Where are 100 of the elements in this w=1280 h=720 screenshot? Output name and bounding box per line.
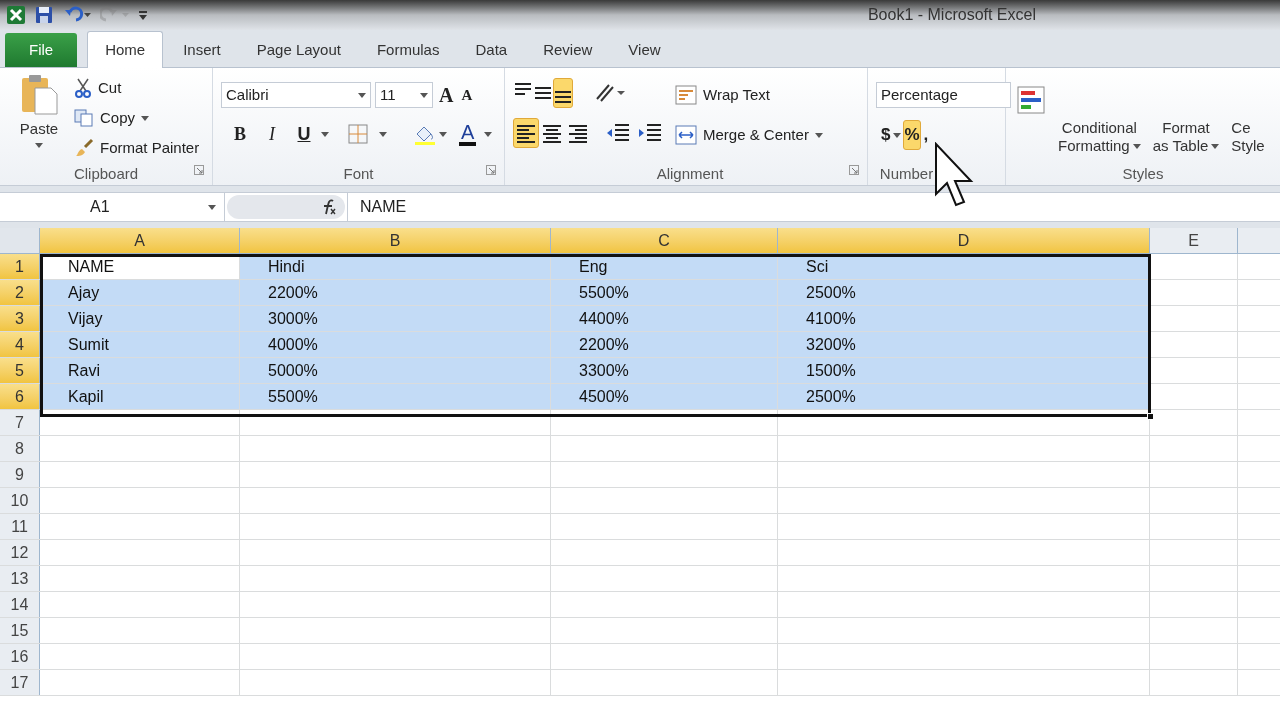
row-header[interactable]: 10 xyxy=(0,488,40,513)
row-header[interactable]: 16 xyxy=(0,644,40,669)
dropdown-caret-icon[interactable] xyxy=(321,131,329,137)
table-cell: Kapil xyxy=(40,384,240,409)
column-header[interactable]: B xyxy=(240,228,551,253)
row-header[interactable]: 1 xyxy=(0,254,40,279)
dropdown-caret-icon[interactable] xyxy=(358,92,366,98)
group-label: Clipboard xyxy=(73,163,139,184)
row-header[interactable]: 4 xyxy=(0,332,40,357)
save-icon[interactable] xyxy=(34,5,54,25)
dropdown-caret-icon[interactable] xyxy=(484,131,493,137)
customize-toolbar-icon[interactable] xyxy=(138,8,148,22)
group-label: Number xyxy=(879,163,934,184)
shrink-font-button[interactable]: A xyxy=(459,82,475,108)
group-label: Font xyxy=(343,163,374,184)
font-color-button[interactable]: A xyxy=(459,122,477,146)
font-size-field[interactable]: 11 xyxy=(375,82,433,108)
column-header[interactable]: C xyxy=(551,228,778,253)
ribbon-tab[interactable]: Insert xyxy=(165,33,239,67)
merge-center-button[interactable]: Merge & Center xyxy=(675,122,823,148)
dropdown-caret-icon[interactable] xyxy=(379,131,387,137)
cell-styles-button[interactable]: Ce Style xyxy=(1231,119,1265,155)
column-header[interactable]: D xyxy=(778,228,1150,253)
format-painter-button[interactable]: Format Painter xyxy=(74,136,200,160)
fill-handle[interactable] xyxy=(1147,413,1154,420)
wrap-text-icon xyxy=(675,85,697,105)
format-as-table-button[interactable]: Format as Table xyxy=(1152,119,1220,155)
ribbon-tab[interactable]: Formulas xyxy=(358,33,458,67)
ribbon-tab[interactable]: File xyxy=(5,33,78,67)
table-cell: 3000% xyxy=(240,306,551,331)
row-header[interactable]: 9 xyxy=(0,462,40,487)
window-title: Book1 - Microsoft Excel xyxy=(867,5,1036,25)
top-align-icon xyxy=(514,83,532,95)
table-cell: 5500% xyxy=(551,280,778,305)
conditional-formatting-button[interactable]: Conditional Formatting xyxy=(1058,119,1141,155)
dropdown-caret-icon[interactable] xyxy=(1211,143,1220,149)
ribbon-tab[interactable]: Page Layout xyxy=(238,33,359,67)
table-cell: 3300% xyxy=(551,358,778,383)
row-header[interactable]: 13 xyxy=(0,566,40,591)
dialog-launcher-icon[interactable] xyxy=(486,165,496,175)
dropdown-caret-icon[interactable] xyxy=(141,115,150,121)
table-cell: 2500% xyxy=(778,280,1150,305)
table-cell: Vijay xyxy=(40,306,240,331)
dialog-launcher-icon[interactable] xyxy=(849,165,859,175)
table-cell: 2200% xyxy=(551,332,778,357)
table-cell: 2500% xyxy=(778,384,1150,409)
dropdown-caret-icon[interactable] xyxy=(1132,143,1141,149)
row-header[interactable]: 15 xyxy=(0,618,40,643)
row-header[interactable]: 17 xyxy=(0,670,40,695)
dropdown-caret-icon[interactable] xyxy=(420,92,428,98)
dropdown-caret-icon[interactable] xyxy=(814,132,823,138)
font-style-button[interactable]: U xyxy=(289,120,319,148)
paste-button[interactable]: Paste xyxy=(14,74,64,163)
row-header[interactable]: 14 xyxy=(0,592,40,617)
conditional-formatting-icon[interactable] xyxy=(1016,85,1046,115)
number-format-button[interactable]: , xyxy=(922,120,930,150)
ribbon-tab[interactable]: Home xyxy=(87,31,164,68)
vertical-align-button[interactable] xyxy=(553,78,573,108)
paintbrush-icon xyxy=(74,138,94,158)
ribbon-tab[interactable]: View xyxy=(610,33,679,67)
excel-logo-icon[interactable] xyxy=(6,5,26,25)
copy-icon xyxy=(74,109,94,127)
copy-button[interactable]: Copy xyxy=(74,106,200,130)
bottom-align-icon xyxy=(554,91,572,103)
dropdown-caret-icon[interactable] xyxy=(35,142,43,148)
font-name-field[interactable]: Calibri xyxy=(221,82,371,108)
ribbon-tab[interactable]: Review xyxy=(525,33,611,67)
row-header[interactable]: 12 xyxy=(0,540,40,565)
font-style-button[interactable]: B xyxy=(225,120,255,148)
font-style-button[interactable]: I xyxy=(257,120,287,148)
row-header[interactable]: 7 xyxy=(0,410,40,435)
table-cell: Ajay xyxy=(40,280,240,305)
name-box[interactable]: A1 xyxy=(0,193,225,221)
cut-button[interactable]: Cut xyxy=(74,76,200,100)
merge-cells-icon xyxy=(675,125,697,145)
grow-font-button[interactable]: A xyxy=(437,82,456,108)
table-cell: 4100% xyxy=(778,306,1150,331)
column-header[interactable]: E xyxy=(1150,228,1238,253)
row-header[interactable]: 11 xyxy=(0,514,40,539)
horizontal-align-button[interactable] xyxy=(513,118,539,148)
row-header[interactable]: 2 xyxy=(0,280,40,305)
row-header[interactable]: 5 xyxy=(0,358,40,383)
ribbon-tab[interactable]: Data xyxy=(457,33,526,67)
row-header[interactable]: 6 xyxy=(0,384,40,409)
dropdown-caret-icon[interactable] xyxy=(893,132,902,138)
number-format-field[interactable]: Percentage xyxy=(876,82,1011,108)
group-label: Alignment xyxy=(656,163,724,184)
wrap-text-button[interactable]: Wrap Text xyxy=(675,82,823,108)
number-format-button[interactable]: % xyxy=(903,120,921,150)
table-cell: 5000% xyxy=(240,358,551,383)
table-cell: 3200% xyxy=(778,332,1150,357)
table-cell: 4000% xyxy=(240,332,551,357)
table-cell: Ravi xyxy=(40,358,240,383)
dropdown-caret-icon[interactable] xyxy=(439,131,447,137)
column-header[interactable]: A xyxy=(40,228,240,253)
row-header[interactable]: 8 xyxy=(0,436,40,461)
row-header[interactable]: 3 xyxy=(0,306,40,331)
number-format-button[interactable]: $ xyxy=(880,120,892,150)
dialog-launcher-icon[interactable] xyxy=(194,165,204,175)
dropdown-caret-icon[interactable] xyxy=(208,204,216,210)
